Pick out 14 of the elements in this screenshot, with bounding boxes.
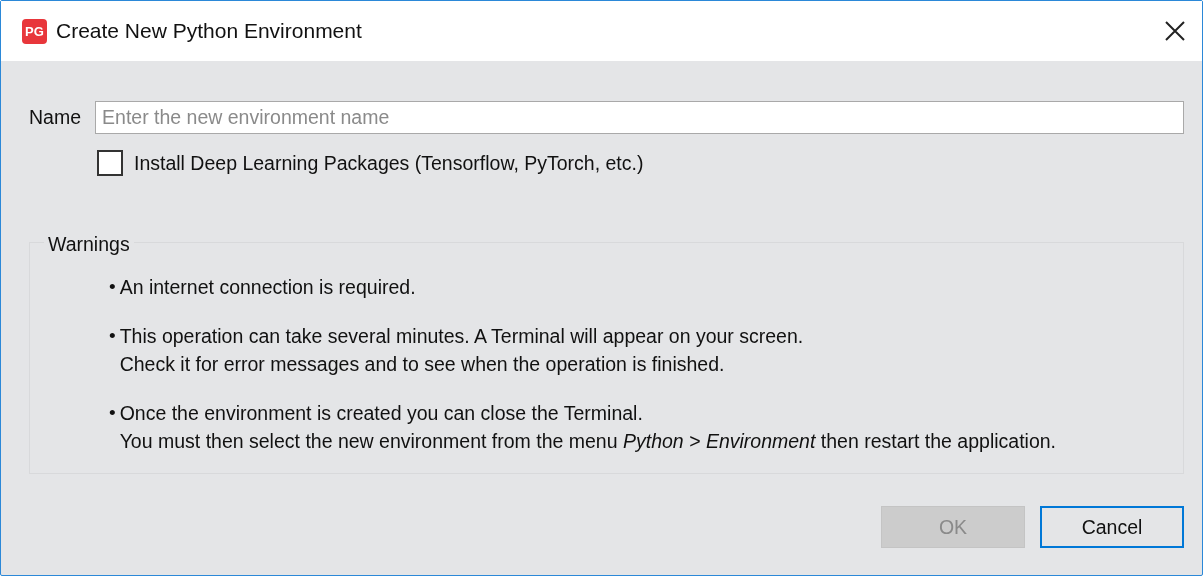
bullet: •: [109, 401, 116, 425]
name-input-field[interactable]: Enter the new environment name: [95, 101, 1184, 134]
name-label: Name: [29, 106, 82, 129]
warning-text: This operation can take several minutes. A Terminal will appear on your screen. Check it for error messages and to see when the operation is finished.: [119, 324, 804, 377]
checkbox-label[interactable]: Install Deep Learning Packages (Tensorflow, PyTorch, etc.): [134, 151, 644, 175]
bullet: •: [109, 275, 116, 299]
warning-text: Once the environment is created you can close the Terminal. You must then select the new environment from the menu Python > Environment then restart the application.: [119, 401, 1057, 454]
window-title: Create New Python Environment: [56, 19, 363, 43]
cancel-button[interactable]: Cancel: [1040, 506, 1184, 548]
group-title: Warnings: [44, 233, 134, 256]
warning-text: An internet connection is required.: [119, 275, 416, 300]
app-logo: PG: [22, 18, 47, 44]
bullet: •: [109, 324, 116, 348]
checkbox[interactable]: [97, 150, 123, 176]
